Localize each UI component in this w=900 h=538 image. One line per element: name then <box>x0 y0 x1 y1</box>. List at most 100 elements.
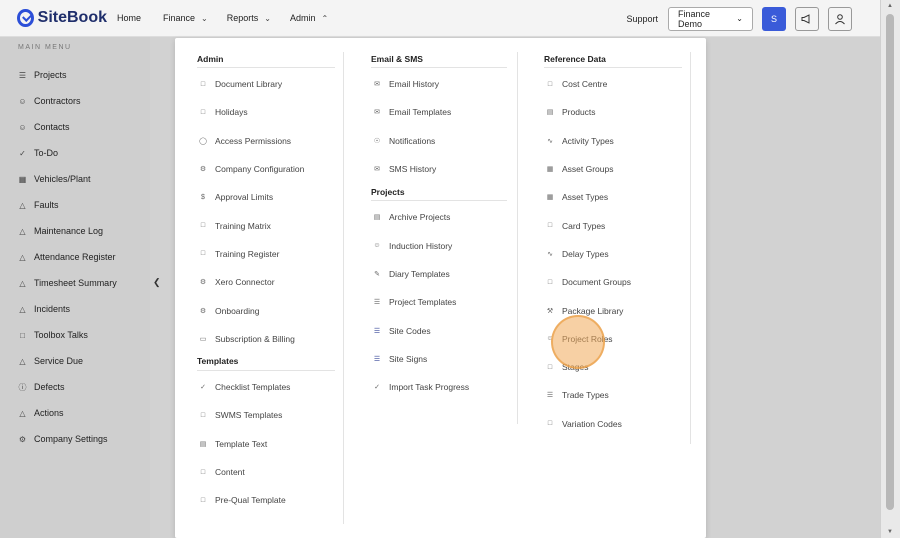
menu-item-checklist-templates[interactable]: ✓ Checklist Templates <box>197 373 335 401</box>
menu-item-trade-types[interactable]: ☰ Trade Types <box>544 381 682 409</box>
menu-item-content[interactable]: □ Content <box>197 458 335 486</box>
nav-finance-label: Finance <box>163 13 196 23</box>
menu-item-label: Activity Types <box>562 135 614 146</box>
menu-item-company-configuration[interactable]: ⚙ Company Configuration <box>197 155 335 183</box>
sidebar-item-maintenance-log[interactable]: △ Maintenance Log <box>0 218 150 244</box>
menu-item-label: Diary Templates <box>389 268 450 279</box>
sidebar-item-incidents[interactable]: △ Incidents <box>0 296 150 322</box>
menu-item-activity-types[interactable]: ∿ Activity Types <box>544 127 682 155</box>
announcements-button[interactable] <box>795 6 819 31</box>
people-icon: ☺ <box>373 242 381 250</box>
scroll-up-arrow-icon[interactable]: ▲ <box>887 3 893 9</box>
menu-item-training-register[interactable]: □ Training Register <box>197 240 335 268</box>
sidebar-item-defects[interactable]: ⓘ Defects <box>0 374 150 400</box>
sidebar-item-contacts[interactable]: ☺ Contacts <box>0 114 150 140</box>
menu-item-label: Training Matrix <box>215 220 271 231</box>
menu-item-access-permissions[interactable]: ◯ Access Permissions <box>197 127 335 155</box>
menu-item-email-history[interactable]: ✉ Email History <box>371 70 507 98</box>
nav-finance[interactable]: Finance ⌄ <box>163 13 208 23</box>
square-icon: □ <box>547 363 553 371</box>
scroll-thumb[interactable] <box>886 14 894 510</box>
menu-item-document-library[interactable]: □ Document Library <box>197 70 335 98</box>
sidebar-item-label: Vehicles/Plant <box>34 174 91 184</box>
reference-data-menu-list: □ Cost Centre ▤ Products ∿ Activity Types ▦… <box>544 70 682 438</box>
menu-item-import-task-progress[interactable]: ✓ Import Task Progress <box>371 373 507 401</box>
scroll-down-arrow-icon[interactable]: ▼ <box>887 529 893 535</box>
menu-item-label: Training Register <box>215 248 280 259</box>
menu-item-onboarding[interactable]: ⚙ Onboarding <box>197 296 335 324</box>
menu-item-label: Email History <box>389 79 440 90</box>
activity-icon: ∿ <box>547 250 553 258</box>
menu-item-template-text[interactable]: ▤ Template Text <box>197 430 335 458</box>
sidebar-item-label: Attendance Register <box>34 252 116 262</box>
people-icon: ☺ <box>18 122 27 132</box>
document-icon: □ <box>200 80 206 88</box>
top-right-controls: Support Finance Demo ⌄ S <box>626 0 860 37</box>
menu-item-site-codes[interactable]: ☰ Site Codes <box>371 316 507 344</box>
menu-item-subscription-billing[interactable]: ▭ Subscription & Billing <box>197 325 335 353</box>
sidebar-item-label: Incidents <box>34 304 71 314</box>
projects-menu-list: ▤ Archive Projects ☺ Induction History ✎ Di… <box>371 203 507 401</box>
menu-item-label: Approval Limits <box>215 192 274 203</box>
chevron-down-icon: ⌄ <box>201 13 208 23</box>
menu-item-label: Delay Types <box>562 248 609 259</box>
organisation-select[interactable]: Finance Demo ⌄ <box>668 6 753 31</box>
menu-item-pre-qual-template[interactable]: □ Pre-Qual Template <box>197 486 335 514</box>
sidebar-item-timesheet-summary[interactable]: △ Timesheet Summary <box>0 270 150 296</box>
templates-menu-list: ✓ Checklist Templates □ SWMS Templates ▤ Te… <box>197 373 335 514</box>
nav-home[interactable]: Home <box>117 13 141 23</box>
menu-item-sms-history[interactable]: ✉ SMS History <box>371 155 507 183</box>
top-navbar: SiteBook Home Finance ⌄ Reports ⌄ Admin ⌃ S… <box>0 0 880 37</box>
menu-item-document-groups[interactable]: □ Document Groups <box>544 268 682 296</box>
menu-item-induction-history[interactable]: ☺ Induction History <box>371 231 507 259</box>
menu-item-approval-limits[interactable]: $ Approval Limits <box>197 183 335 211</box>
page-scrollbar[interactable]: ▲ ▼ <box>880 0 900 538</box>
menu-item-label: Products <box>562 107 596 118</box>
click-highlight <box>551 315 605 369</box>
menu-item-site-signs[interactable]: ☰ Site Signs <box>371 345 507 373</box>
truck-icon: ▦ <box>546 194 554 202</box>
warning-icon: △ <box>19 408 26 418</box>
menu-item-label: Company Configuration <box>215 164 305 175</box>
menu-item-archive-projects[interactable]: ▤ Archive Projects <box>371 203 507 231</box>
support-link[interactable]: Support <box>626 14 658 24</box>
sidebar-item-company-settings[interactable]: ⚙ Company Settings <box>0 426 150 452</box>
menu-item-project-templates[interactable]: ☰ Project Templates <box>371 288 507 316</box>
brand-name: SiteBook <box>37 9 107 26</box>
menu-item-notifications[interactable]: ☉ Notifications <box>371 127 507 155</box>
sidebar-item-contractors[interactable]: ☺ Contractors <box>0 88 150 114</box>
sidebar-item-projects[interactable]: ☰ Projects <box>0 62 150 88</box>
sidebar-collapse-button[interactable]: ❮ <box>153 277 161 288</box>
profile-button[interactable] <box>828 6 852 31</box>
chevron-down-icon: ⌄ <box>736 14 743 23</box>
menu-item-variation-codes[interactable]: □ Variation Codes <box>544 410 682 438</box>
sidebar-item-service-due[interactable]: △ Service Due <box>0 348 150 374</box>
user-avatar-button[interactable]: S <box>762 6 786 31</box>
sidebar-title: MAIN MENU <box>18 44 72 51</box>
menu-item-holidays[interactable]: □ Holidays <box>197 98 335 126</box>
sidebar-item-attendance-register[interactable]: △ Attendance Register <box>0 244 150 270</box>
sidebar-item-actions[interactable]: △ Actions <box>0 400 150 426</box>
menu-item-cost-centre[interactable]: □ Cost Centre <box>544 70 682 98</box>
menu-item-diary-templates[interactable]: ✎ Diary Templates <box>371 260 507 288</box>
menu-item-asset-groups[interactable]: ▦ Asset Groups <box>544 155 682 183</box>
menu-item-xero-connector[interactable]: ⚙ Xero Connector <box>197 268 335 296</box>
menu-item-email-templates[interactable]: ✉ Email Templates <box>371 98 507 126</box>
nav-admin[interactable]: Admin ⌃ <box>290 13 328 23</box>
sidebar-item-faults[interactable]: △ Faults <box>0 192 150 218</box>
menu-item-swms-templates[interactable]: □ SWMS Templates <box>197 401 335 429</box>
chevron-up-icon: ⌃ <box>321 13 329 23</box>
nav-reports[interactable]: Reports ⌄ <box>227 13 271 23</box>
brand-logo[interactable]: SiteBook <box>17 9 107 27</box>
menu-item-delay-types[interactable]: ∿ Delay Types <box>544 240 682 268</box>
box-icon: ▤ <box>546 109 554 117</box>
menu-item-asset-types[interactable]: ▦ Asset Types <box>544 183 682 211</box>
sitebook-logo-icon <box>17 9 34 27</box>
menu-item-label: Notifications <box>389 135 436 146</box>
menu-item-card-types[interactable]: □ Card Types <box>544 211 682 239</box>
sidebar-item-toolbox-talks[interactable]: □ Toolbox Talks <box>0 322 150 348</box>
sidebar-item-to-do[interactable]: ✓ To-Do <box>0 140 150 166</box>
sidebar-item-vehicles-plant[interactable]: ▦ Vehicles/Plant <box>0 166 150 192</box>
menu-item-products[interactable]: ▤ Products <box>544 98 682 126</box>
menu-item-training-matrix[interactable]: □ Training Matrix <box>197 211 335 239</box>
